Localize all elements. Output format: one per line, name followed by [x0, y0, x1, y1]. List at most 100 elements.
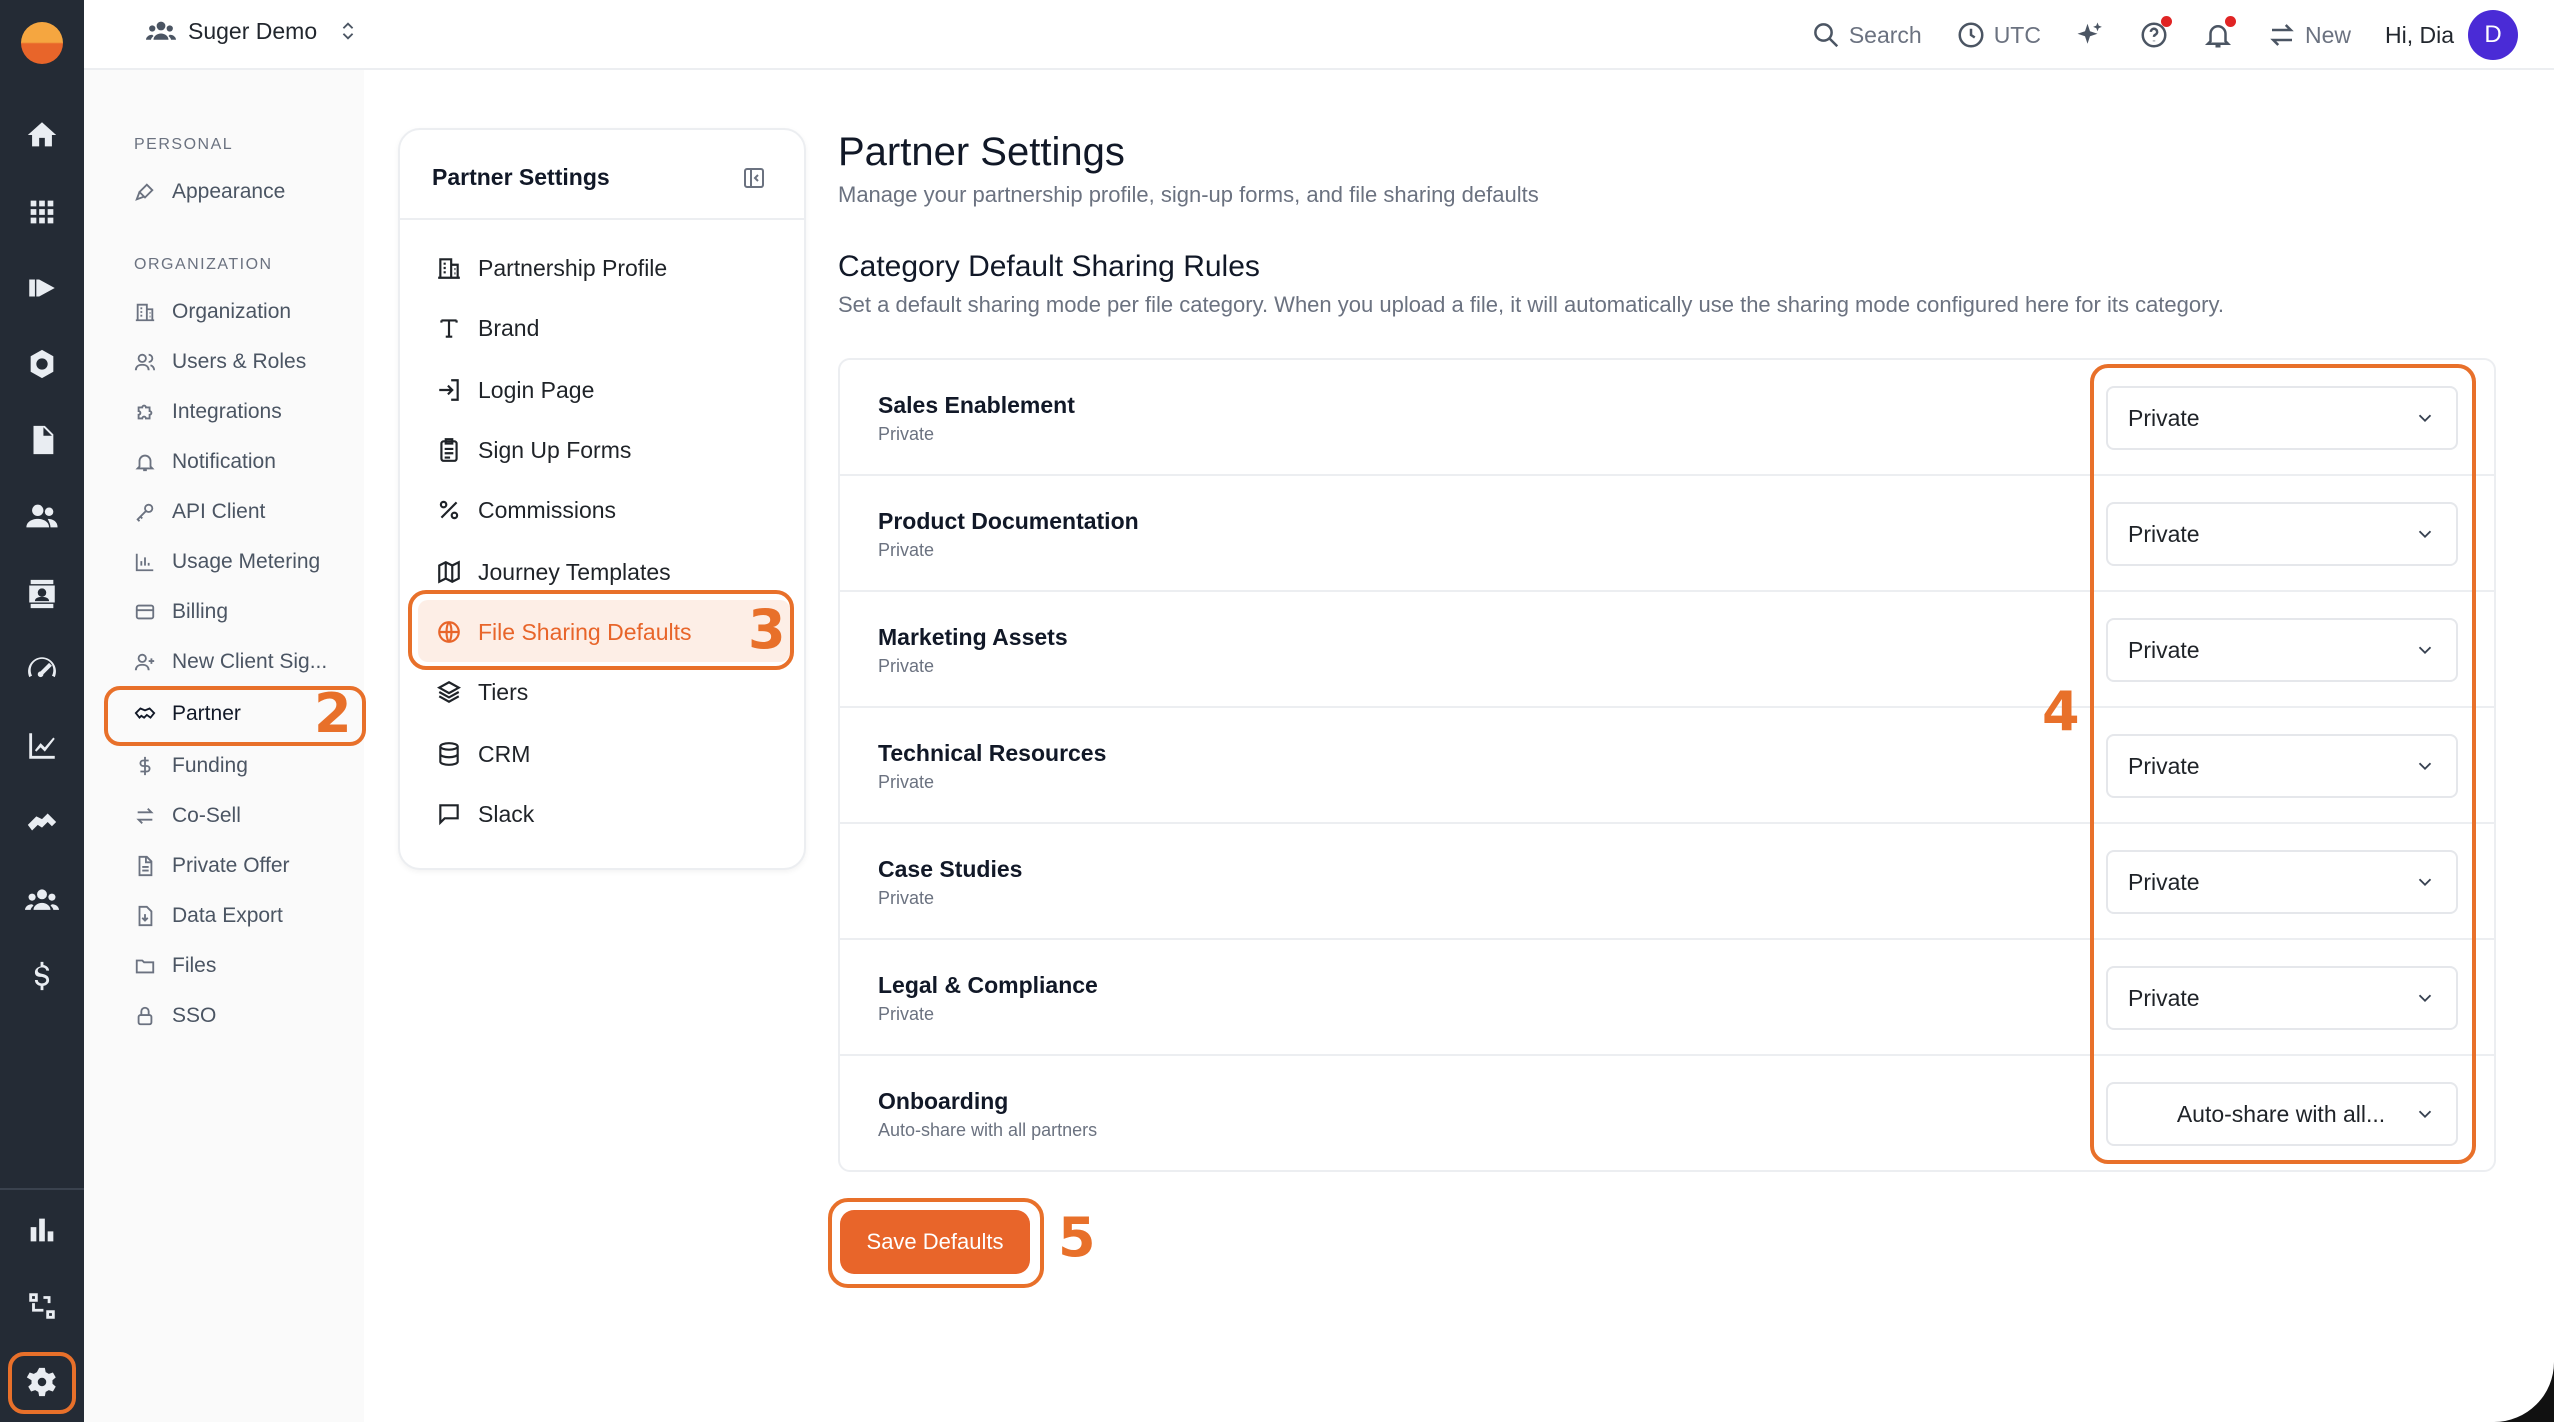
- section-title: Category Default Sharing Rules: [838, 250, 1260, 283]
- settings-item-billing[interactable]: Billing: [134, 592, 228, 632]
- partner-nav-partnership-profile[interactable]: Partnership Profile: [436, 246, 667, 290]
- org-switcher[interactable]: Suger Demo: [146, 16, 359, 46]
- new-button[interactable]: New: [2267, 20, 2351, 50]
- step-marker-5: 5: [1058, 1206, 1096, 1269]
- team-icon: [146, 21, 176, 40]
- lock-icon: [137, 1006, 153, 1026]
- settings-item-label: Data Export: [172, 904, 283, 927]
- folder-icon: [135, 959, 155, 974]
- partner-nav-label: CRM: [478, 740, 531, 767]
- settings-item-api-client[interactable]: API Client: [134, 492, 265, 532]
- rule-category: Sales Enablement: [878, 392, 1075, 418]
- help-button[interactable]: [2139, 16, 2172, 50]
- rule-category: Onboarding: [878, 1088, 1009, 1114]
- database-icon: [439, 742, 459, 766]
- partner-settings-card-header: Partner Settings: [400, 130, 804, 220]
- settings-item-usage-metering[interactable]: Usage Metering: [134, 542, 320, 582]
- apps-grid-icon[interactable]: [20, 190, 64, 234]
- app-logo-icon[interactable]: [21, 22, 63, 64]
- users-icon[interactable]: [20, 494, 64, 538]
- partner-nav-crm[interactable]: CRM: [436, 732, 530, 776]
- settings-item-notification[interactable]: Notification: [134, 442, 276, 482]
- dollar-icon[interactable]: [20, 954, 64, 998]
- top-bar-actions: Search UTC New Hi, Dia D: [1811, 10, 2518, 60]
- collapse-panel-button[interactable]: [742, 166, 766, 190]
- card-icon: [135, 604, 155, 620]
- avatar[interactable]: D: [2468, 10, 2518, 60]
- rule-mode: Private: [878, 540, 935, 560]
- bell-icon: [135, 454, 155, 472]
- rule-category: Legal & Compliance: [878, 972, 1098, 998]
- handshake-icon[interactable]: [20, 800, 64, 844]
- window-corner: [2494, 1362, 2554, 1422]
- section-label-organization: ORGANIZATION: [134, 256, 273, 273]
- rule-category: Product Documentation: [878, 508, 1139, 534]
- settings-item-data-export[interactable]: Data Export: [134, 896, 283, 936]
- settings-item-users-roles[interactable]: Users & Roles: [134, 342, 306, 382]
- home-icon[interactable]: [20, 113, 64, 157]
- rule-mode: Auto-share with all partners: [878, 1120, 1098, 1140]
- document-icon[interactable]: [20, 418, 64, 462]
- settings-item-appearance[interactable]: Appearance: [134, 172, 285, 212]
- settings-item-files[interactable]: Files: [134, 946, 216, 986]
- timezone-button[interactable]: UTC: [1956, 20, 2041, 50]
- settings-item-co-sell[interactable]: Co-Sell: [134, 796, 241, 836]
- page-subtitle: Manage your partnership profile, sign-up…: [838, 182, 1539, 207]
- dollar-icon: [139, 756, 151, 776]
- user-plus-icon: [134, 653, 155, 671]
- products-icon[interactable]: [20, 266, 64, 310]
- gear-outline-icon[interactable]: [20, 342, 64, 386]
- ai-assistant-button[interactable]: [2075, 20, 2105, 50]
- rule-mode: Private: [878, 656, 935, 676]
- team-icon[interactable]: [20, 878, 64, 922]
- contacts-icon[interactable]: [20, 572, 64, 616]
- partner-nav-slack[interactable]: Slack: [436, 792, 534, 836]
- analytics-icon[interactable]: [20, 724, 64, 768]
- partner-nav-brand[interactable]: Brand: [436, 306, 539, 350]
- settings-item-funding[interactable]: Funding: [134, 746, 248, 786]
- speedometer-icon[interactable]: [20, 648, 64, 692]
- chart-icon: [135, 553, 154, 572]
- settings-item-label: Billing: [172, 600, 229, 623]
- notifications-button[interactable]: [2203, 16, 2236, 50]
- partner-nav-label: Login Page: [478, 376, 595, 403]
- partner-nav-label: Sign Up Forms: [478, 436, 632, 463]
- rule-category: Technical Resources: [878, 740, 1107, 766]
- rule-category: Marketing Assets: [878, 624, 1068, 650]
- settings-item-organization[interactable]: Organization: [134, 292, 291, 332]
- partner-nav-login-page[interactable]: Login Page: [436, 368, 594, 412]
- settings-item-private-offer[interactable]: Private Offer: [134, 846, 290, 886]
- message-icon: [439, 804, 459, 826]
- puzzle-icon: [137, 404, 153, 420]
- users-icon: [134, 353, 156, 371]
- bar-chart-icon[interactable]: [20, 1208, 64, 1252]
- export-icon: [138, 905, 153, 927]
- partner-nav-commissions[interactable]: Commissions: [436, 488, 616, 532]
- step-marker-3: 3: [748, 598, 786, 661]
- rule-mode: Private: [878, 1004, 935, 1024]
- settings-item-new-client-signup[interactable]: New Client Sig...: [134, 642, 327, 682]
- partner-nav-label: Brand: [478, 314, 540, 341]
- collapse-sidebar-icon: [744, 168, 764, 188]
- step-highlight-file-sharing-defaults: [408, 590, 794, 670]
- settings-item-label: Notification: [172, 450, 276, 473]
- type-icon: [440, 319, 458, 338]
- workflow-icon[interactable]: [20, 1284, 64, 1328]
- settings-item-label: Co-Sell: [172, 804, 241, 827]
- building-icon: [135, 303, 155, 322]
- settings-item-sso[interactable]: SSO: [134, 996, 216, 1036]
- layers-icon: [437, 681, 461, 703]
- step-marker-4: 4: [2042, 680, 2080, 743]
- search-button[interactable]: Search: [1811, 20, 1922, 50]
- settings-item-integrations[interactable]: Integrations: [134, 392, 282, 432]
- settings-item-label: Appearance: [172, 180, 286, 203]
- user-greeting: Hi, Dia: [2384, 21, 2454, 48]
- search-icon: [1813, 23, 1838, 48]
- partner-nav-journey-templates[interactable]: Journey Templates: [436, 550, 671, 594]
- partner-nav-label: Partnership Profile: [478, 254, 668, 281]
- partner-nav-tiers[interactable]: Tiers: [436, 670, 528, 714]
- user-menu[interactable]: Hi, Dia D: [2385, 10, 2518, 60]
- partner-nav-sign-up-forms[interactable]: Sign Up Forms: [436, 428, 631, 472]
- settings-item-label: Organization: [172, 300, 292, 323]
- swap-icon: [136, 808, 154, 824]
